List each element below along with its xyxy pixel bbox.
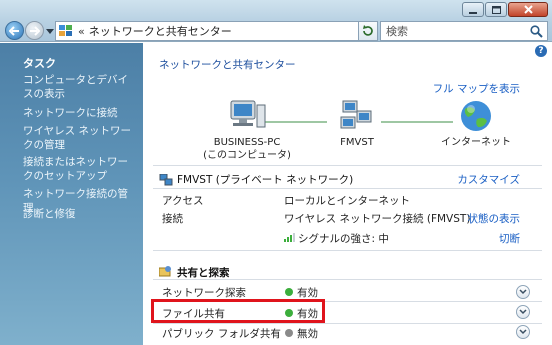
search-box[interactable]: 検索 [380, 21, 548, 41]
arrow-right-icon [30, 25, 40, 36]
sidebar-title: タスク [23, 57, 56, 70]
signal-strength-value: シグナルの強さ: 中 [298, 233, 389, 245]
minimize-button[interactable] [462, 2, 484, 17]
public-folder-sharing-label: パブリック フォルダ共有 [162, 328, 281, 340]
control-panel-icon [59, 25, 72, 36]
expand-network-discovery-button[interactable] [516, 285, 530, 299]
refresh-icon [363, 25, 373, 36]
address-bar[interactable]: « ネットワークと共有センター [55, 21, 375, 41]
close-button[interactable] [508, 2, 548, 17]
status-off-icon [285, 329, 293, 337]
computer-icon [230, 100, 266, 128]
refresh-button[interactable] [358, 21, 378, 41]
title-bar: « ネットワークと共有センター 検索 [0, 0, 552, 42]
sharing-icon [159, 266, 171, 277]
node-name: BUSINESS-PC [213, 137, 281, 148]
address-path[interactable]: ネットワークと共有センター [89, 23, 232, 39]
sidebar-item-manage-wireless[interactable]: ワイヤレス ネットワークの管理 [23, 124, 138, 152]
divider [153, 165, 542, 166]
back-button[interactable] [5, 21, 24, 40]
maximize-icon [491, 5, 501, 14]
customize-link[interactable]: カスタマイズ [457, 172, 520, 187]
signal-strength-icon [284, 233, 295, 242]
address-separator[interactable]: « [78, 25, 85, 38]
search-icon[interactable] [530, 25, 543, 38]
network-discovery-label: ネットワーク探索 [162, 287, 246, 299]
chevron-down-icon [519, 309, 527, 315]
map-node-network[interactable]: FMVST [329, 99, 385, 149]
network-discovery-value: 有効 [297, 287, 318, 299]
expand-file-sharing-button[interactable] [516, 305, 530, 319]
file-sharing-highlight [151, 299, 325, 323]
chevron-down-icon [519, 329, 527, 335]
help-icon[interactable]: ? [535, 45, 547, 57]
chevron-down-icon [519, 289, 527, 295]
divider [153, 250, 542, 251]
network-small-icon [159, 174, 173, 186]
page-title: ネットワークと共有センター [159, 59, 296, 71]
map-node-internet[interactable]: インターネット [441, 99, 511, 149]
full-map-link[interactable]: フル マップを表示 [433, 81, 520, 96]
sidebar-item-diagnose[interactable]: 診断と修復 [23, 207, 138, 221]
divider [153, 188, 542, 189]
maximize-button[interactable] [485, 2, 507, 17]
status-on-icon [285, 288, 293, 296]
forward-button[interactable] [25, 21, 44, 40]
sidebar-item-view-devices[interactable]: コンピュータとデバイスの表示 [23, 73, 138, 101]
network-name: FMVST (プライベート ネットワーク) [177, 174, 354, 186]
search-input[interactable]: 検索 [386, 23, 408, 39]
main-panel: ? ネットワークと共有センター フル マップを表示 BUSINESS-PC (こ… [143, 43, 552, 345]
view-status-link[interactable]: 状態の表示 [468, 211, 521, 226]
network-icon [340, 100, 372, 129]
window-controls [462, 2, 548, 17]
arrow-left-icon [9, 25, 19, 36]
task-sidebar: タスク コンピュータとデバイスの表示 ネットワークに接続 ワイヤレス ネットワー… [0, 43, 143, 345]
minimize-icon [469, 11, 477, 14]
node-subtitle: (このコンピュータ) [203, 150, 291, 161]
map-node-computer[interactable]: BUSINESS-PC (このコンピュータ) [203, 99, 291, 162]
close-icon [523, 5, 533, 14]
connection-label: 接続 [162, 213, 183, 225]
expand-public-folder-button[interactable] [516, 325, 530, 339]
access-value: ローカルとインターネット [284, 195, 410, 207]
disconnect-link[interactable]: 切断 [499, 231, 520, 246]
divider [153, 279, 542, 280]
node-name: FMVST [340, 137, 374, 148]
public-folder-sharing-value: 無効 [297, 328, 318, 340]
connection-value: ワイヤレス ネットワーク接続 (FMVST) [284, 213, 471, 225]
globe-icon [461, 101, 491, 131]
history-dropdown-icon[interactable] [46, 27, 54, 35]
sidebar-item-setup-connection[interactable]: 接続またはネットワークのセットアップ [23, 155, 138, 183]
node-name: インターネット [441, 137, 511, 148]
divider [153, 323, 542, 324]
sidebar-item-connect[interactable]: ネットワークに接続 [23, 106, 138, 120]
sharing-section-title: 共有と探索 [177, 267, 230, 279]
access-label: アクセス [162, 195, 204, 207]
